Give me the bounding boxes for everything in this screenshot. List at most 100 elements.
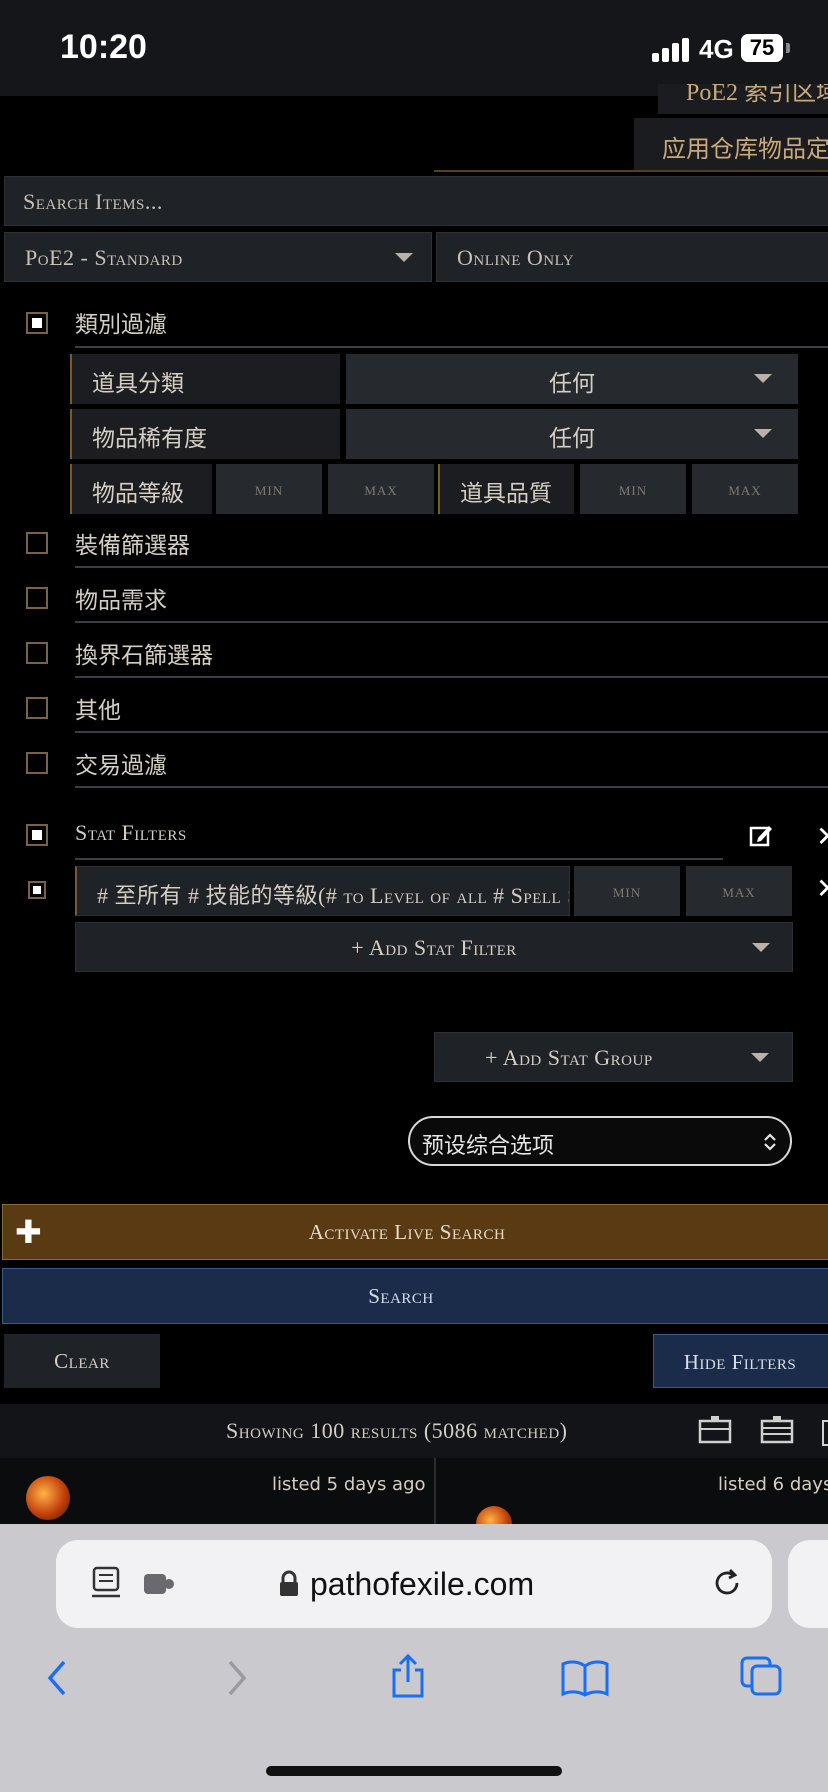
chevron-down-icon: [754, 374, 772, 383]
requirements-heading[interactable]: 物品需求: [75, 581, 167, 615]
lock-icon: [278, 1570, 300, 1598]
signal-icon: [652, 38, 692, 62]
stash-icon[interactable]: [698, 1414, 732, 1444]
tabs-icon[interactable]: [738, 1654, 784, 1698]
stat-max-input[interactable]: max: [686, 866, 792, 916]
misc-filters-checkbox[interactable]: [26, 697, 48, 719]
stat-min-input[interactable]: min: [574, 866, 680, 916]
activate-live-search-label: Activate Live Search: [308, 1220, 506, 1244]
waystone-filters-heading[interactable]: 換界石篩選器: [75, 636, 213, 670]
preset-value: 预设综合选项: [422, 1134, 555, 1159]
trade-filters-checkbox[interactable]: [26, 752, 48, 774]
item-level-max-input[interactable]: max: [328, 464, 434, 514]
chevron-down-icon: [751, 1053, 769, 1062]
divider: [75, 621, 828, 623]
select-value: 任何: [549, 371, 595, 397]
tab-apply-stash[interactable]: 应用仓库物品定: [634, 118, 828, 172]
label-text: 道具分類: [92, 371, 184, 397]
reload-icon[interactable]: [710, 1566, 744, 1600]
share-icon[interactable]: [388, 1652, 428, 1700]
extension-icon[interactable]: [142, 1570, 176, 1598]
result-card[interactable]: listed 5 days ago: [0, 1458, 434, 1528]
back-icon[interactable]: [42, 1658, 72, 1698]
close-icon[interactable]: ✕: [816, 820, 828, 853]
preset-select[interactable]: 预设综合选项: [408, 1116, 792, 1166]
requirements-checkbox[interactable]: [26, 587, 48, 609]
reader-icon[interactable]: [90, 1566, 122, 1602]
add-stat-group-label: + Add Stat Group: [485, 1045, 653, 1070]
search-button[interactable]: Search: [2, 1268, 828, 1324]
misc-filters-heading[interactable]: 其他: [75, 691, 121, 725]
battery-icon: 75: [741, 34, 783, 62]
grid-icon[interactable]: [822, 1420, 828, 1446]
network-type: 4G: [699, 34, 734, 64]
add-stat-filter-label: + Add Stat Filter: [351, 935, 517, 960]
stat-row-checkbox[interactable]: [28, 881, 46, 899]
select-value: 任何: [549, 426, 595, 452]
divider: [75, 676, 828, 678]
quality-label: 道具品質: [438, 464, 574, 514]
search-items-input[interactable]: Search Items...: [4, 176, 828, 226]
item-level-min-input[interactable]: min: [216, 464, 322, 514]
rarity-select[interactable]: 任何: [346, 409, 798, 459]
bookmarks-icon[interactable]: [560, 1658, 610, 1698]
search-button-label: Search: [368, 1284, 434, 1308]
divider: [75, 858, 723, 860]
result-card[interactable]: listed 6 days ago: [436, 1458, 828, 1528]
hide-filters-button[interactable]: Hide Filters: [653, 1334, 828, 1388]
chevron-down-icon: [395, 253, 413, 262]
listed-time: listed 6 days ago: [718, 1474, 828, 1495]
remove-stat-icon[interactable]: ✕: [816, 872, 828, 905]
quality-min-input[interactable]: min: [580, 464, 686, 514]
online-value: Online Only: [457, 245, 575, 270]
label-text: 物品等級: [92, 481, 184, 507]
rarity-label: 物品稀有度: [70, 409, 340, 459]
clear-label: Clear: [54, 1349, 110, 1373]
equipment-filters-checkbox[interactable]: [26, 532, 48, 554]
online-status-select[interactable]: Online Only: [436, 232, 828, 282]
chevron-down-icon: [752, 943, 770, 952]
trade-filters-heading[interactable]: 交易過濾: [75, 746, 167, 780]
stat-filters-heading: Stat Filters: [75, 820, 187, 845]
type-filters-heading[interactable]: 類別過濾: [75, 305, 167, 339]
activate-live-search-button[interactable]: ✚ Activate Live Search: [2, 1204, 828, 1260]
add-stat-filter-button[interactable]: + Add Stat Filter: [75, 922, 793, 972]
stat-text: # 至所有 # 技能的等級(# to Level of all # Spell …: [97, 883, 569, 908]
divider: [75, 786, 828, 788]
search-placeholder: Search Items...: [23, 189, 163, 214]
divider: [75, 731, 828, 733]
listed-time: listed 5 days ago: [272, 1474, 426, 1495]
home-indicator: [266, 1766, 562, 1776]
tab-label: 应用仓库物品定: [662, 135, 828, 163]
label-text: 物品稀有度: [92, 426, 207, 452]
label-text: 道具品質: [460, 481, 552, 507]
add-stat-group-button[interactable]: + Add Stat Group: [434, 1032, 793, 1082]
divider: [75, 346, 828, 348]
league-value: PoE2 - Standard: [25, 245, 183, 270]
quality-max-input[interactable]: max: [692, 464, 798, 514]
edit-icon[interactable]: [748, 822, 774, 848]
results-summary: Showing 100 results (5086 matched): [226, 1418, 568, 1443]
clear-button[interactable]: Clear: [4, 1334, 160, 1388]
battery-tip: [786, 43, 790, 53]
next-tab-preview[interactable]: [788, 1540, 828, 1628]
divider: [434, 170, 828, 172]
item-image: [26, 1476, 70, 1520]
equipment-filters-heading[interactable]: 裝備篩選器: [75, 526, 190, 560]
item-category-label: 道具分類: [70, 354, 340, 404]
divider: [75, 566, 828, 568]
chevron-down-icon: [754, 429, 772, 438]
forward-icon[interactable]: [222, 1658, 252, 1698]
tab-poe2-index[interactable]: PoE2 索引区域: [658, 84, 828, 114]
stat-filters-checkbox[interactable]: [26, 824, 48, 846]
stat-row-label[interactable]: # 至所有 # 技能的等級(# to Level of all # Spell …: [75, 866, 570, 916]
league-select[interactable]: PoE2 - Standard: [4, 232, 432, 282]
item-category-select[interactable]: 任何: [346, 354, 798, 404]
type-filters-checkbox[interactable]: [26, 312, 48, 334]
tab-label: PoE2 索引区域: [686, 84, 828, 106]
status-time: 10:20: [60, 28, 147, 66]
waystone-filters-checkbox[interactable]: [26, 642, 48, 664]
url-text: pathofexile.com: [310, 1566, 535, 1602]
hide-filters-label: Hide Filters: [683, 1350, 797, 1374]
stash-list-icon[interactable]: [760, 1414, 794, 1444]
